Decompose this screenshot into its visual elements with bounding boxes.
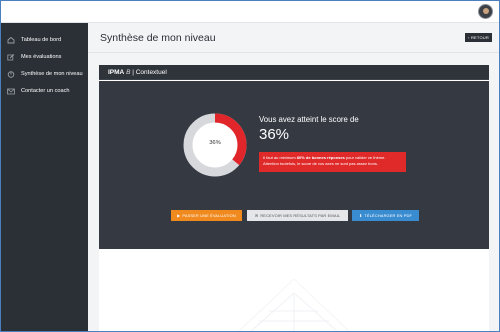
score-value: 36% xyxy=(259,126,290,143)
alert-prefix: Il faut au minimum xyxy=(263,155,297,160)
divider xyxy=(88,52,499,53)
download-pdf-button[interactable]: ⬇ TÉLÉCHARGER EN PDF xyxy=(352,210,419,221)
mail-icon xyxy=(7,88,15,95)
chart-area xyxy=(99,249,489,331)
card-title: IPMA B | Contextuel xyxy=(108,69,167,76)
alert-threshold: 80% de bonnes réponses xyxy=(296,155,345,160)
score-intro: Vous avez atteint le score de xyxy=(259,115,359,124)
mail-icon: ✉ xyxy=(254,213,259,218)
main-content: Synthèse de mon niveau ‹ RETOUR IPMA B |… xyxy=(88,23,499,331)
donut-label: 36% xyxy=(209,140,221,146)
sidebar-item-dashboard[interactable]: Tableau de bord xyxy=(1,32,88,48)
sidebar: Tableau de bord Mes évaluations Synthèse… xyxy=(1,23,88,331)
edit-icon xyxy=(7,53,15,61)
card-title-context: | Contextuel xyxy=(132,69,167,76)
card-title-level: IPMA xyxy=(108,69,125,76)
email-results-button[interactable]: ✉ RECEVOIR MES RÉSULTATS PAR EMAIL xyxy=(247,210,348,221)
sidebar-item-contact[interactable]: Contacter un coach xyxy=(1,83,88,99)
sidebar-item-label: Contacter un coach xyxy=(21,88,70,94)
sidebar-item-label: Tableau de bord xyxy=(21,37,62,43)
sidebar-item-label: Synthèse de mon niveau xyxy=(21,71,83,77)
card-header: IPMA B | Contextuel xyxy=(99,65,489,80)
app-window: Tableau de bord Mes évaluations Synthèse… xyxy=(0,0,500,332)
score-panel: 36% Vous avez atteint le score de 36% Il… xyxy=(99,81,489,249)
download-pdf-label: TÉLÉCHARGER EN PDF xyxy=(364,213,413,218)
back-button[interactable]: ‹ RETOUR xyxy=(465,33,492,42)
page-title: Synthèse de mon niveau xyxy=(100,32,216,44)
avatar[interactable] xyxy=(478,4,493,19)
action-bar: ▶ PASSER UNE ÉVALUATION ✉ RECEVOIR MES RÉS… xyxy=(99,210,489,222)
result-card: IPMA B | Contextuel 36% Vous avez attein… xyxy=(99,65,489,331)
alert-line2: Attention toutefois, le score de vos axe… xyxy=(263,160,378,166)
play-icon: ▶ xyxy=(177,213,181,218)
take-evaluation-button[interactable]: ▶ PASSER UNE ÉVALUATION xyxy=(171,210,242,221)
sidebar-item-synthesis[interactable]: Synthèse de mon niveau xyxy=(1,66,88,82)
download-icon: ⬇ xyxy=(358,213,363,218)
radar-chart-background xyxy=(238,278,350,331)
top-bar xyxy=(1,1,499,23)
sidebar-item-label: Mes évaluations xyxy=(21,54,62,60)
sidebar-item-evaluations[interactable]: Mes évaluations xyxy=(1,49,88,65)
card-title-grade: B xyxy=(126,69,131,76)
email-results-label: RECEVOIR MES RÉSULTATS PAR EMAIL xyxy=(260,213,341,218)
chart-icon xyxy=(7,70,15,78)
alert-banner: Il faut au minimum 80% de bonnes réponse… xyxy=(259,152,406,172)
dashboard-icon xyxy=(7,36,15,44)
alert-suffix: pour valider ce thème. xyxy=(344,155,386,160)
take-evaluation-label: PASSER UNE ÉVALUATION xyxy=(182,213,236,218)
